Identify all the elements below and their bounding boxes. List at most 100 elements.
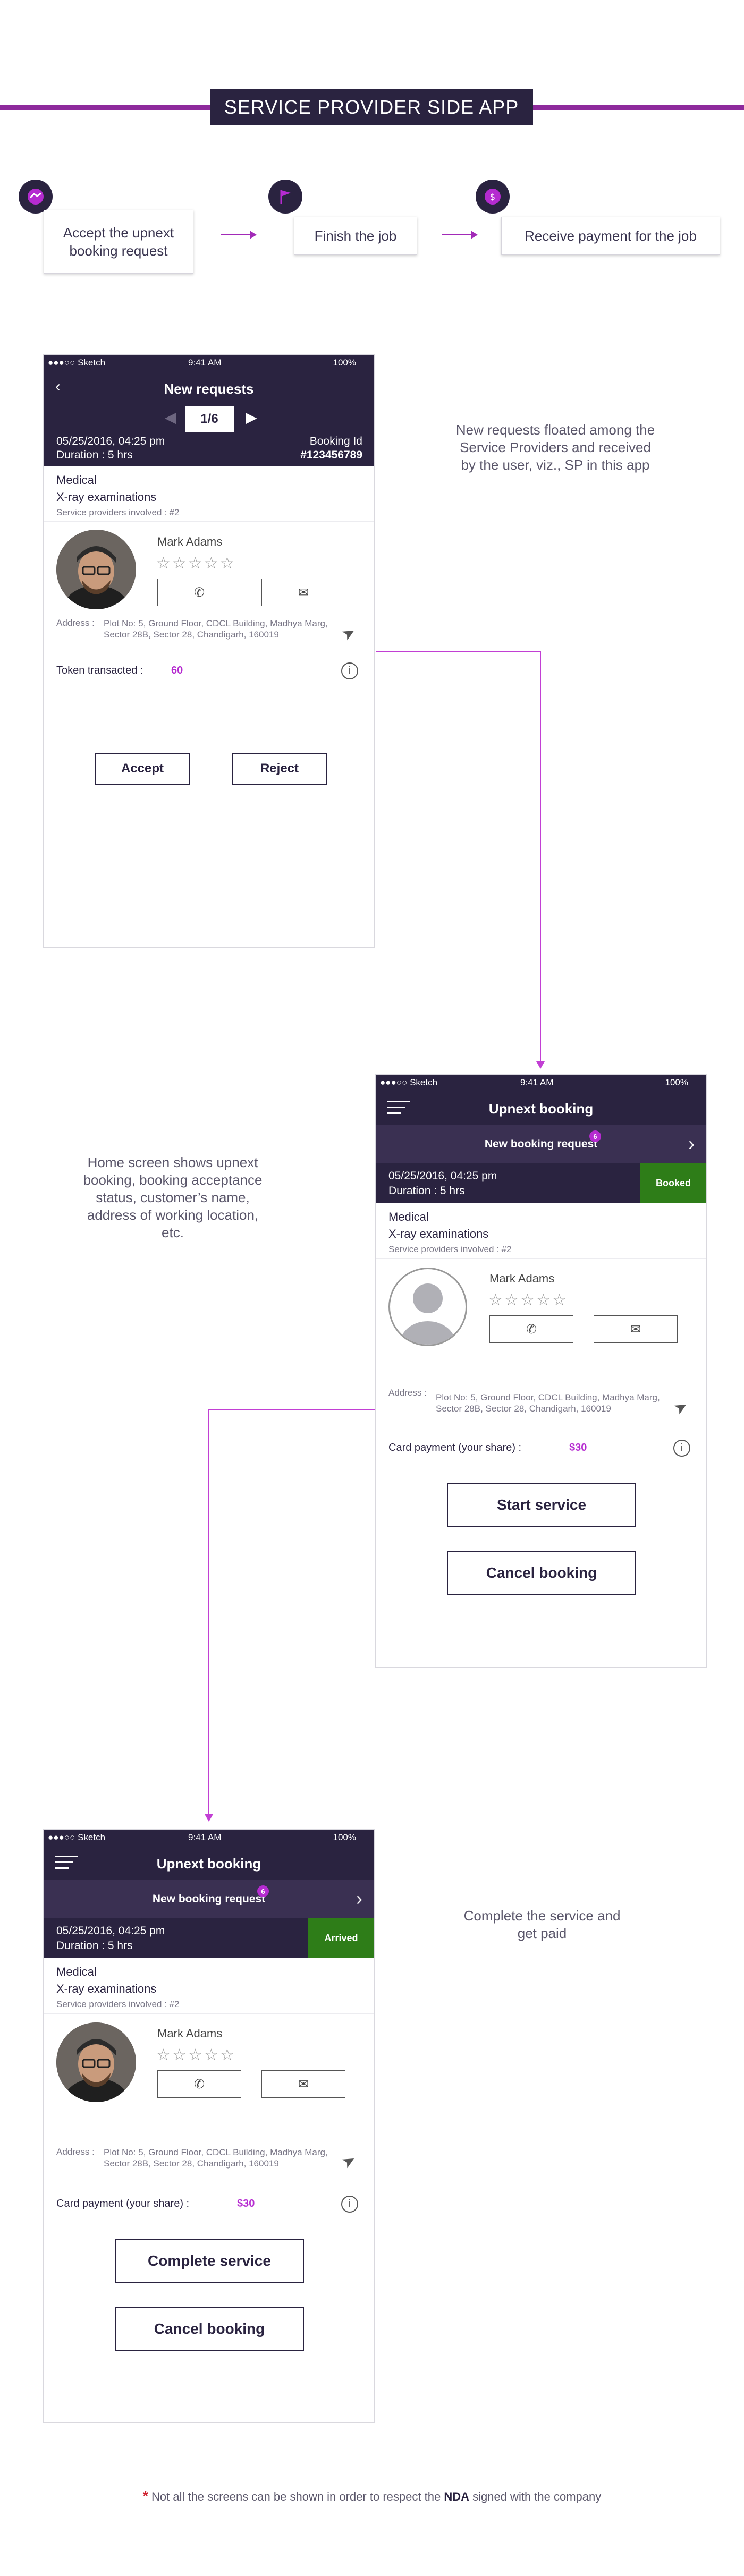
cancel-booking-button[interactable]: Cancel booking <box>115 2307 304 2351</box>
step-arrow-2 <box>442 234 471 235</box>
rating-stars: ☆ ☆ ☆ ☆ ☆ <box>156 555 234 572</box>
chevron-right-icon: › <box>356 1888 362 1909</box>
customer-avatar-placeholder <box>388 1268 467 1346</box>
rating-stars: ☆ ☆ ☆ ☆ ☆ <box>488 1291 567 1309</box>
booking-duration: Duration : 5 hrs <box>56 449 133 461</box>
step-accept: Accept the upnext booking request <box>44 210 193 274</box>
status-time: 9:41 AM <box>520 1077 554 1087</box>
page-title: SERVICE PROVIDER SIDE APP <box>210 89 533 125</box>
section-divider <box>44 2013 374 2014</box>
info-icon[interactable]: i <box>341 662 358 679</box>
message-button[interactable]: ✉ <box>261 579 345 606</box>
step-finish-label: Finish the job <box>314 228 397 244</box>
address-label: Address : <box>56 2147 95 2157</box>
connector-1-horizontal <box>376 651 541 652</box>
phone-screen-upnext-arrived: ●●●○○ Sketch 9:41 AM 100% Upnext booking… <box>43 1829 375 2423</box>
address-label: Address : <box>56 618 95 628</box>
booking-date: 05/25/2016, 04:25 pm <box>388 1170 497 1182</box>
phone-icon: ✆ <box>193 585 205 600</box>
new-booking-request-label: New booking request <box>484 1138 598 1150</box>
footer-nda: NDA <box>444 2490 469 2503</box>
phone-icon: ✆ <box>526 1322 537 1337</box>
call-button[interactable]: ✆ <box>489 1315 573 1343</box>
call-button[interactable]: ✆ <box>157 579 241 606</box>
customer-name: Mark Adams <box>157 535 223 548</box>
navigate-icon[interactable]: ➤ <box>671 1396 691 1419</box>
message-button[interactable]: ✉ <box>261 2070 345 2098</box>
status-time: 9:41 AM <box>188 358 222 368</box>
status-time: 9:41 AM <box>188 1832 222 1842</box>
payment-label: Card payment (your share) : <box>56 2198 190 2209</box>
reject-button[interactable]: Reject <box>232 753 327 785</box>
connector-2-horizontal <box>208 1409 375 1410</box>
service-name: X-ray examinations <box>388 1227 489 1240</box>
connector-2-arrowhead <box>205 1814 213 1822</box>
accept-button[interactable]: Accept <box>95 753 190 785</box>
header-line-left <box>0 105 210 110</box>
mail-icon: ✉ <box>298 2077 309 2092</box>
request-count-badge: 6 <box>589 1130 601 1142</box>
navigate-icon[interactable]: ➤ <box>339 622 359 645</box>
connector-2-vertical <box>208 1409 209 1818</box>
booking-duration: Duration : 5 hrs <box>388 1185 465 1197</box>
service-category: Medical <box>388 1210 429 1223</box>
footer-text-after: signed with the company <box>472 2490 602 2503</box>
footer-note: * Not all the screens can be shown in or… <box>0 2488 744 2504</box>
screen-title: New requests <box>164 381 254 397</box>
customer-avatar <box>56 2022 136 2102</box>
booking-date: 05/25/2016, 04:25 pm <box>56 1925 165 1937</box>
service-name: X-ray examinations <box>56 1982 157 1995</box>
new-booking-request-bar[interactable]: New booking request 6 › <box>376 1125 706 1163</box>
complete-service-button[interactable]: Complete service <box>115 2239 304 2283</box>
start-service-button[interactable]: Start service <box>447 1483 636 1527</box>
phone-screen-upnext-booked: ●●●○○ Sketch 9:41 AM 100% Upnext booking… <box>375 1074 707 1668</box>
pager-next-icon[interactable]: ▶ <box>246 409 257 426</box>
mail-icon: ✉ <box>298 585 309 600</box>
payment-label: Card payment (your share) : <box>388 1442 522 1453</box>
token-value: 60 <box>171 665 183 676</box>
info-icon[interactable]: i <box>673 1440 690 1457</box>
phone-screen-new-requests: ●●●○○ Sketch 9:41 AM 100% ‹ New requests… <box>43 354 375 948</box>
navigate-icon[interactable]: ➤ <box>339 2150 359 2173</box>
token-label: Token transacted : <box>56 665 143 676</box>
mail-icon: ✉ <box>630 1322 641 1337</box>
service-name: X-ray examinations <box>56 490 157 504</box>
customer-name: Mark Adams <box>489 1272 555 1285</box>
step-arrowhead-2 <box>471 231 478 239</box>
phone-icon: ✆ <box>193 2077 205 2092</box>
status-carrier: ●●●○○ Sketch <box>48 1832 106 1842</box>
booking-id-label: Booking Id <box>309 435 362 447</box>
pager-prev-icon[interactable]: ◀ <box>165 409 176 426</box>
step-payment: Receive payment for the job <box>501 217 720 255</box>
nav-bar: Upnext booking <box>44 1845 374 1880</box>
footer-asterisk: * <box>142 2488 148 2504</box>
step-payment-label: Receive payment for the job <box>525 228 697 244</box>
address-label: Address : <box>388 1388 427 1398</box>
booking-date: 05/25/2016, 04:25 pm <box>56 435 165 447</box>
call-button[interactable]: ✆ <box>157 2070 241 2098</box>
info-icon[interactable]: i <box>341 2196 358 2213</box>
connector-1-vertical <box>540 651 541 1065</box>
step-arrow-1 <box>221 234 250 235</box>
footer-text-before: Not all the screens can be shown in orde… <box>151 2490 441 2503</box>
connector-1-arrowhead <box>536 1061 545 1069</box>
status-badge: Arrived <box>308 1918 374 1958</box>
payment-value: $30 <box>569 1442 587 1453</box>
step-arrowhead-1 <box>250 231 257 239</box>
booking-id: #123456789 <box>300 449 362 461</box>
status-bar: ●●●○○ Sketch 9:41 AM 100% <box>44 1830 374 1845</box>
chevron-right-icon: › <box>688 1133 695 1154</box>
new-booking-request-bar[interactable]: New booking request 6 › <box>44 1880 374 1918</box>
status-badge: Booked <box>640 1163 706 1203</box>
service-providers: Service providers involved : #2 <box>56 1999 180 2009</box>
description-complete: Complete the service and get paid <box>463 1908 621 1941</box>
service-providers: Service providers involved : #2 <box>56 507 180 517</box>
description-new-requests: New requests floated among the Service P… <box>455 422 655 473</box>
header-line-right <box>533 105 744 110</box>
service-category: Medical <box>56 1965 97 1978</box>
step-finish: Finish the job <box>294 217 417 255</box>
service-providers: Service providers involved : #2 <box>388 1244 512 1254</box>
cancel-booking-button[interactable]: Cancel booking <box>447 1551 636 1595</box>
nav-bar: ‹ New requests ◀ 1/6 ▶ 05/25/2016, 04:25… <box>44 370 374 466</box>
message-button[interactable]: ✉ <box>594 1315 678 1343</box>
